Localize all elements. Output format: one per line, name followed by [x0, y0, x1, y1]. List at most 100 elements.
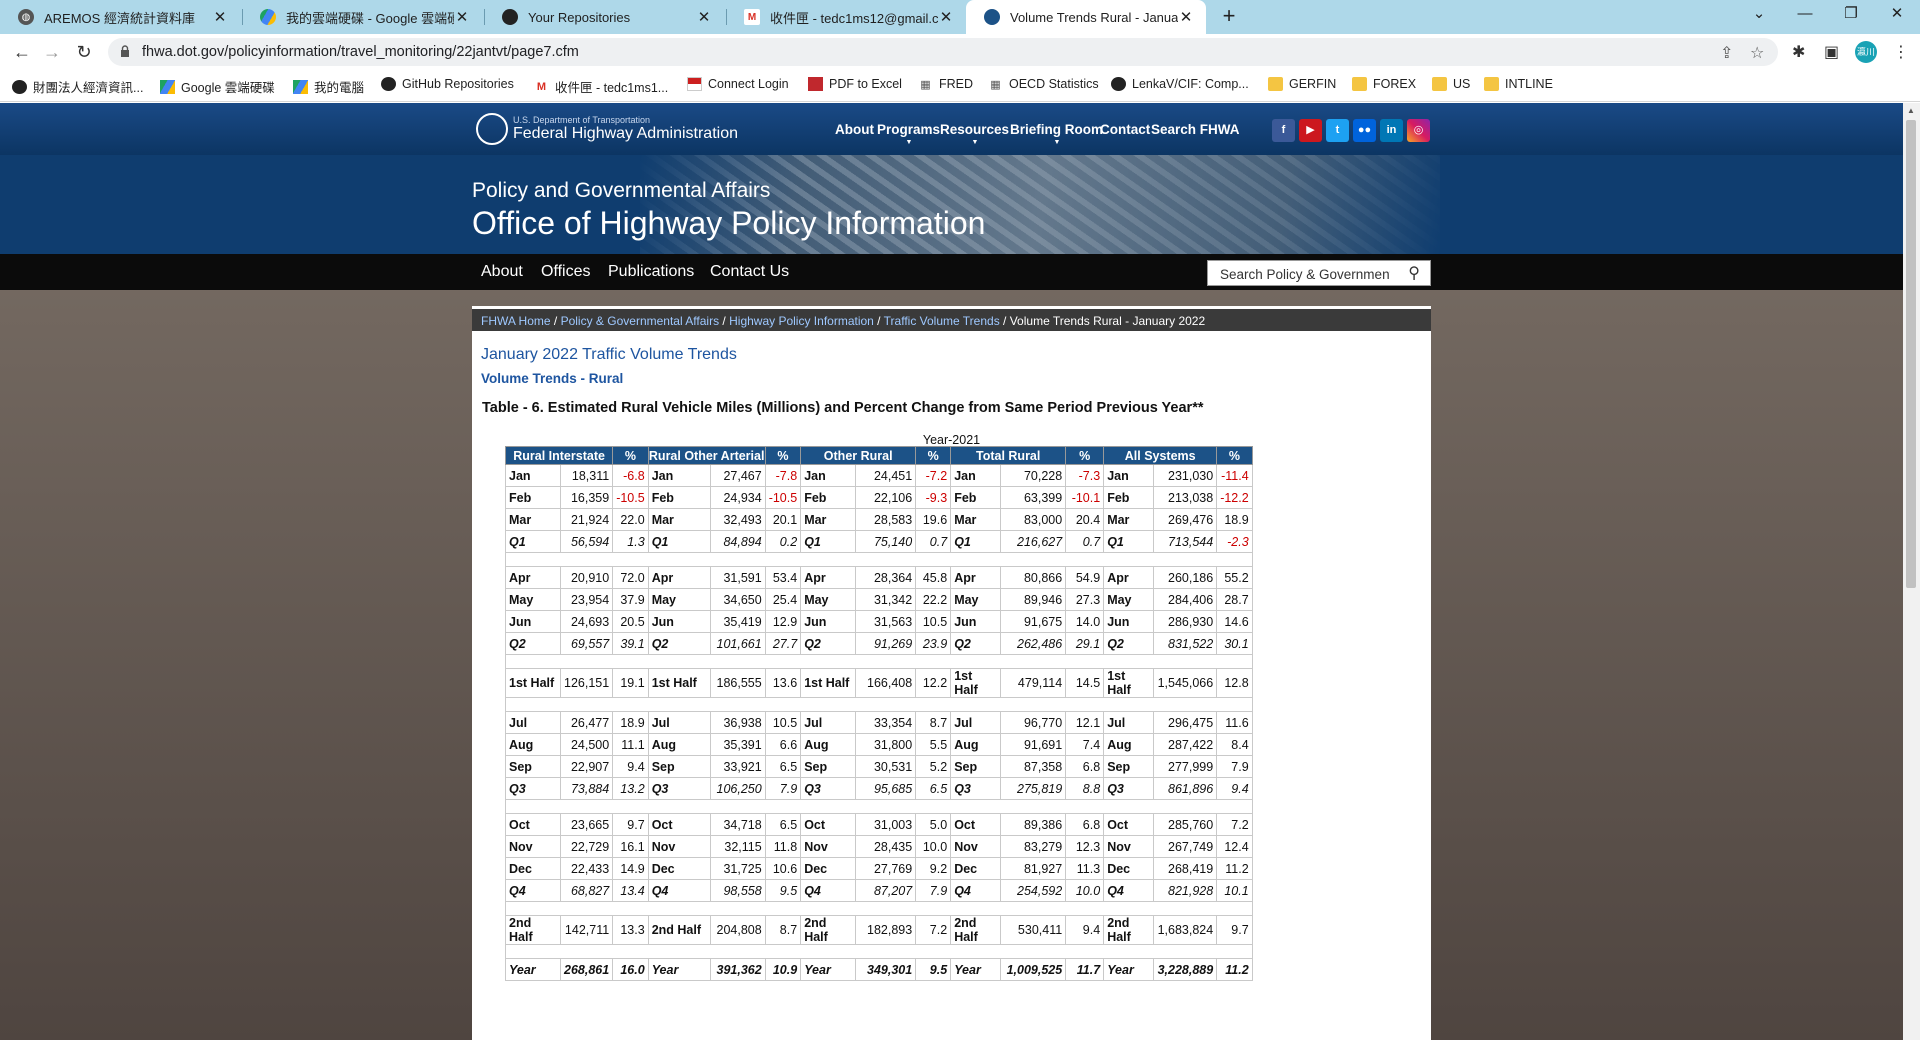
search-icon[interactable]: ⚲	[1408, 263, 1420, 283]
pct-change-cell: 13.3	[612, 915, 649, 945]
facebook-icon[interactable]: f	[1272, 119, 1295, 142]
bookmark-label: FOREX	[1373, 77, 1417, 91]
close-icon[interactable]: ✕	[696, 8, 712, 26]
breadcrumb-policy[interactable]: Policy & Governmental Affairs	[561, 314, 720, 328]
bookmark-item[interactable]: 我的電腦	[293, 77, 364, 96]
vmt-cell: 95,685	[855, 777, 917, 800]
row-label: May	[505, 588, 561, 611]
scroll-up-icon[interactable]: ▲	[1905, 106, 1917, 118]
bookmark-item[interactable]: Google 雲端硬碟	[160, 77, 275, 96]
bookmark-item[interactable]: 財團法人經濟資訊...	[12, 77, 143, 96]
bookmark-folder[interactable]: FOREX	[1352, 77, 1416, 91]
forward-icon[interactable]: →	[40, 40, 64, 64]
topnav-resources[interactable]: Resources ▼	[940, 122, 1009, 146]
extensions-icon[interactable]: ✱	[1792, 42, 1805, 62]
maximize-icon[interactable]: ❐	[1828, 0, 1874, 30]
subnav-contact-us[interactable]: Contact Us	[710, 263, 789, 281]
vmt-cell: 69,557	[559, 632, 614, 655]
bookmark-item[interactable]: M 收件匣 - tedc1ms1...	[534, 77, 668, 96]
vmt-cell: 81,927	[1000, 857, 1067, 880]
vmt-cell: 28,435	[855, 835, 917, 858]
breadcrumb-highway-policy[interactable]: Highway Policy Information	[729, 314, 874, 328]
subnav-publications[interactable]: Publications	[608, 263, 694, 281]
topnav-briefing-room[interactable]: Briefing Room ▼	[1010, 122, 1103, 146]
row-label: Oct	[647, 813, 711, 836]
subnav-offices[interactable]: Offices	[541, 263, 591, 281]
vmt-cell: 479,114	[1000, 668, 1067, 698]
bookmark-item[interactable]: Connect Login	[687, 77, 789, 91]
back-icon[interactable]: ←	[10, 40, 34, 64]
bookmark-folder[interactable]: US	[1432, 77, 1470, 91]
row-label: Jan	[950, 464, 1002, 487]
topnav-about[interactable]: About	[835, 122, 874, 137]
tab-title: Your Repositories	[528, 9, 631, 25]
dot-logo-icon[interactable]	[476, 113, 508, 145]
scrollbar-thumb[interactable]	[1906, 120, 1916, 588]
table-row: Jan 18,311 -6.8 Jan 27,467 -7.8 Jan 24,451 -7.2 J…	[505, 464, 1253, 487]
pct-change-cell: 22.0	[612, 508, 649, 531]
vmt-cell: 18,311	[559, 464, 614, 487]
table-row: Jun 24,693 20.5 Jun 35,419 12.9 Jun 31,563 10.5 J…	[505, 610, 1253, 633]
bookmark-folder[interactable]: GERFIN	[1268, 77, 1336, 91]
vmt-cell: 75,140	[855, 530, 917, 553]
close-window-icon[interactable]: ✕	[1874, 0, 1920, 30]
tab-search-icon[interactable]: ⌄	[1736, 0, 1782, 30]
topnav-contact[interactable]: Contact	[1100, 122, 1150, 137]
breadcrumb-current: Volume Trends Rural - January 2022	[1009, 314, 1206, 328]
profile-avatar[interactable]: 瀛川	[1855, 41, 1877, 63]
pdf-icon	[808, 77, 823, 91]
spacer-row	[505, 799, 1253, 814]
tab-title: AREMOS 經濟統計資料庫	[44, 10, 195, 26]
vmt-cell: 286,930	[1153, 610, 1218, 633]
row-label: Jul	[800, 711, 857, 734]
tab-github[interactable]: Your Repositories ✕	[484, 0, 724, 34]
close-icon[interactable]: ✕	[454, 8, 470, 26]
topnav-programs[interactable]: Programs ▼	[877, 122, 940, 146]
tab-google-drive[interactable]: 我的雲端硬碟 - Google 雲端硬碟 ✕	[242, 0, 482, 34]
bookmark-folder[interactable]: INTLINE	[1484, 77, 1553, 91]
policy-search-input[interactable]: Search Policy & Governmental Affairs ⚲	[1207, 260, 1431, 286]
close-icon[interactable]: ✕	[938, 8, 954, 26]
side-panel-icon[interactable]: ▣	[1824, 42, 1839, 62]
bookmark-item[interactable]: ▦ OECD Statistics	[988, 77, 1098, 91]
instagram-icon[interactable]: ◎	[1407, 119, 1430, 142]
share-icon[interactable]: ⇪	[1720, 43, 1733, 63]
close-icon[interactable]: ✕	[212, 8, 228, 26]
row-label: Nov	[1103, 835, 1155, 858]
breadcrumb-fhwa-home[interactable]: FHWA Home	[481, 314, 551, 328]
menu-icon[interactable]: ⋮	[1893, 42, 1909, 62]
flickr-icon[interactable]: ●●	[1353, 119, 1376, 142]
pct-change-cell: 9.7	[612, 813, 649, 836]
reload-icon[interactable]: ↻	[72, 40, 96, 64]
youtube-icon[interactable]: ▶	[1299, 119, 1322, 142]
vmt-cell: 32,115	[709, 835, 766, 858]
twitter-icon[interactable]: t	[1326, 119, 1349, 142]
tab-gmail[interactable]: M 收件匣 - tedc1ms12@gmail.com ✕	[726, 0, 966, 34]
row-label: Apr	[950, 566, 1002, 589]
topnav-search-fhwa[interactable]: Search FHWA	[1151, 122, 1240, 137]
close-icon[interactable]: ✕	[1178, 8, 1194, 26]
linkedin-icon[interactable]: in	[1380, 119, 1403, 142]
row-label: Jan	[647, 464, 711, 487]
bookmark-item[interactable]: ▦ FRED	[918, 77, 973, 91]
breadcrumb-traffic-volume-trends[interactable]: Traffic Volume Trends	[884, 314, 1000, 328]
minimize-icon[interactable]: —	[1782, 0, 1828, 30]
row-label: Q1	[1103, 530, 1155, 553]
spacer-cell	[505, 799, 1253, 814]
bookmark-item[interactable]: LenkaV/CIF: Comp...	[1111, 77, 1249, 91]
vmt-cell: 31,800	[855, 733, 917, 756]
agency-name[interactable]: Federal Highway Administration	[513, 125, 738, 143]
row-label: Dec	[800, 857, 857, 880]
pct-change-cell: 14.6	[1216, 610, 1253, 633]
bookmark-star-icon[interactable]: ☆	[1750, 43, 1764, 63]
subnav-about[interactable]: About	[481, 263, 523, 281]
address-bar[interactable]: fhwa.dot.gov/policyinformation/travel_mo…	[108, 38, 1778, 66]
tab-aremos[interactable]: ◍ AREMOS 經濟統計資料庫 ✕	[0, 0, 240, 34]
row-label: Q2	[950, 632, 1002, 655]
bookmark-item[interactable]: PDF to Excel	[808, 77, 902, 91]
row-label: 2nd Half	[800, 915, 857, 945]
bookmark-item[interactable]: GitHub Repositories	[381, 77, 514, 91]
new-tab-button[interactable]: +	[1216, 4, 1242, 30]
vmt-cell: 28,364	[855, 566, 917, 589]
tab-volume-trends[interactable]: Volume Trends Rural - January ✕	[966, 0, 1206, 34]
